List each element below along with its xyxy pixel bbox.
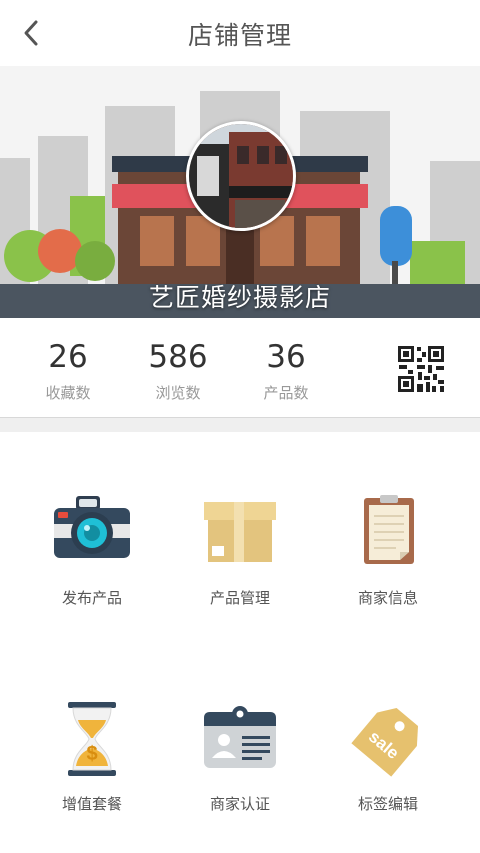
menu-tag-editing[interactable]: sale 标签编辑 xyxy=(308,638,468,838)
stat-views[interactable]: 586 浏览数 xyxy=(128,338,228,403)
stat-products[interactable]: 36 产品数 xyxy=(236,338,336,403)
qr-code-icon[interactable] xyxy=(398,346,444,392)
menu-label: 商家认证 xyxy=(209,795,270,813)
stat-value: 26 xyxy=(48,339,88,375)
stat-label: 产品数 xyxy=(263,384,309,402)
menu-label: 发布产品 xyxy=(61,589,122,607)
menu-label: 商家信息 xyxy=(357,589,418,607)
menu-grid: 发布产品 产品管理 商家信息 $ 增值套餐 商家认证 sale 标签编辑 xyxy=(0,432,480,853)
sale-tag-icon: sale xyxy=(351,708,419,777)
stat-label: 收藏数 xyxy=(45,384,91,402)
menu-value-added-package[interactable]: $ 增值套餐 xyxy=(12,638,172,838)
stats-bar: 26 收藏数 586 浏览数 36 产品数 xyxy=(0,318,480,418)
menu-merchant-info[interactable]: 商家信息 xyxy=(308,432,468,632)
section-divider xyxy=(0,418,480,432)
menu-label: 增值套餐 xyxy=(61,795,122,813)
menu-label: 产品管理 xyxy=(209,589,270,607)
hourglass-icon: $ xyxy=(68,702,116,776)
menu-publish-product[interactable]: 发布产品 xyxy=(12,432,172,632)
menu-merchant-certification[interactable]: 商家认证 xyxy=(160,638,320,838)
stat-label: 浏览数 xyxy=(155,384,201,402)
top-bar: 店铺管理 xyxy=(0,0,480,66)
clipboard-icon xyxy=(364,495,414,564)
shop-name: 艺匠婚纱摄影店 xyxy=(148,283,331,312)
svg-text:$: $ xyxy=(86,743,97,765)
camera-icon xyxy=(54,496,130,558)
page-title: 店铺管理 xyxy=(187,21,292,50)
box-icon xyxy=(204,502,276,562)
shop-photo xyxy=(189,124,293,228)
id-badge-icon xyxy=(204,706,276,768)
stat-value: 586 xyxy=(148,339,208,375)
menu-product-management[interactable]: 产品管理 xyxy=(160,432,320,632)
menu-label: 标签编辑 xyxy=(357,795,418,813)
stat-favorites[interactable]: 26 收藏数 xyxy=(18,338,118,403)
stat-value: 36 xyxy=(266,339,306,375)
shop-banner: 艺匠婚纱摄影店 xyxy=(0,66,480,318)
shop-avatar[interactable] xyxy=(186,121,296,231)
